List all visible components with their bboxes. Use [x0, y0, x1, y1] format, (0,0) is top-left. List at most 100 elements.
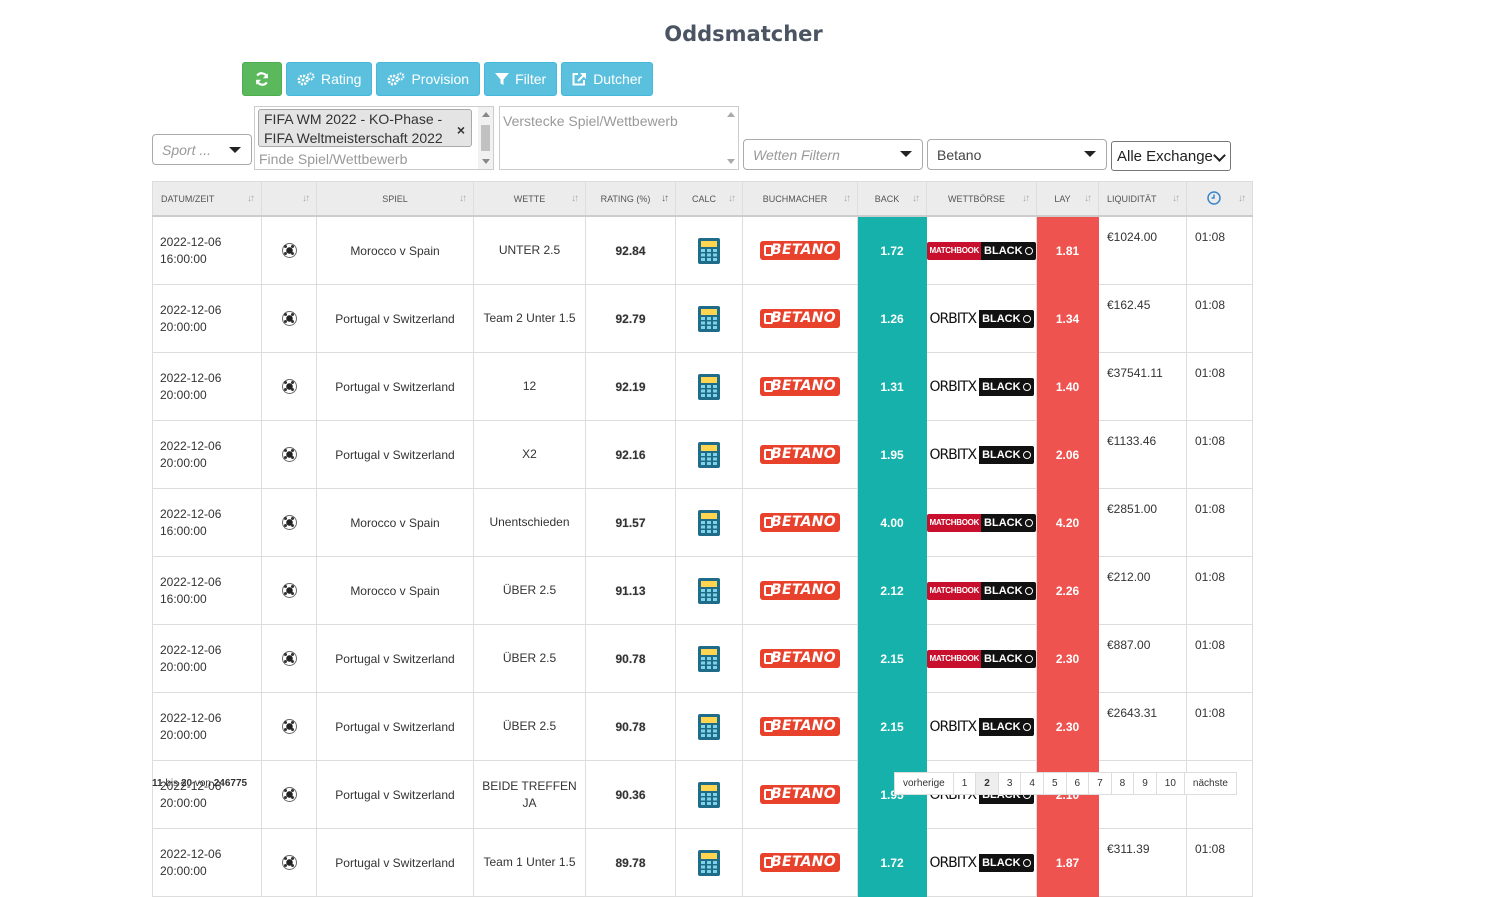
betano-logo[interactable]: BETANO [760, 717, 840, 736]
exchange-logo-brand: MATCHBOOK [927, 513, 982, 532]
hide-match-placeholder: Verstecke Spiel/Wettbewerb [503, 113, 678, 129]
pagination-page-4[interactable]: 4 [1020, 772, 1044, 795]
cell-back-odds[interactable]: 1.95 [857, 420, 927, 489]
cell-back-odds[interactable]: 1.26 [857, 284, 927, 353]
cell-lay-odds[interactable]: 2.26 [1036, 556, 1099, 625]
competition-multiselect[interactable]: FIFA WM 2022 - KO-Phase - FIFA Weltmeist… [254, 106, 494, 170]
hide-match-textarea[interactable]: Verstecke Spiel/Wettbewerb [499, 106, 739, 170]
betano-logo[interactable]: BETANO [760, 377, 840, 396]
scroll-up-icon[interactable] [482, 112, 490, 117]
provision-button[interactable]: Provision [376, 62, 481, 96]
pagination-page-8[interactable]: 8 [1110, 772, 1135, 795]
betano-logo[interactable]: BETANO [760, 445, 840, 464]
header-label: Back [874, 193, 900, 204]
cell-lay-odds[interactable]: 1.87 [1036, 828, 1099, 897]
cell-bookmaker: BETANO [742, 624, 858, 693]
table-row[interactable]: 2022-12-06 20:00:00 Portugal v Switzerland… [152, 828, 1253, 897]
pagination-page-10[interactable]: 10 [1155, 772, 1185, 795]
col-header-liquidity[interactable]: Liquidität ↓↑ [1098, 181, 1187, 217]
col-header-back[interactable]: Back ↓↑ [857, 181, 927, 217]
bets-filter-select[interactable]: Wetten Filtern [743, 139, 923, 170]
find-match-input[interactable]: Finde Spiel/Wettbewerb [259, 151, 407, 167]
calculator-icon[interactable] [698, 237, 720, 264]
table-row[interactable]: 2022-12-06 20:00:00 Portugal v Switzerland… [152, 692, 1253, 761]
table-row[interactable]: 2022-12-06 20:00:00 Portugal v Switzerland… [152, 284, 1253, 353]
cell-calc [675, 284, 743, 353]
calculator-icon[interactable] [698, 373, 720, 400]
betano-logo[interactable]: BETANO [760, 241, 840, 260]
col-header-time-left[interactable]: ↓↑ [1186, 181, 1253, 217]
calculator-icon[interactable] [698, 509, 720, 536]
betano-logo[interactable]: BETANO [760, 513, 840, 532]
pagination-next[interactable]: nächste [1183, 772, 1237, 795]
sport-select[interactable]: Sport ... [152, 134, 252, 165]
table-row[interactable]: 2022-12-06 20:00:00 Portugal v Switzerland… [152, 352, 1253, 421]
cell-calc [675, 488, 743, 557]
sort-desc-icon: ↓↑ [661, 193, 669, 204]
cell-lay-odds[interactable]: 1.81 [1036, 215, 1099, 285]
refresh-button[interactable] [242, 62, 282, 96]
cell-back-odds[interactable]: 1.72 [857, 828, 927, 897]
calculator-icon[interactable] [698, 577, 720, 604]
filter-button[interactable]: Filter [484, 62, 558, 96]
scroll-up-icon[interactable] [727, 112, 735, 117]
rating-button[interactable]: Rating [286, 62, 373, 96]
pagination-page-1[interactable]: 1 [952, 772, 977, 795]
col-header-calc[interactable]: Calc ↓↑ [675, 181, 743, 217]
calculator-icon[interactable] [698, 441, 720, 468]
cell-lay-odds[interactable]: 2.30 [1036, 624, 1099, 693]
scrollbar-thumb[interactable] [481, 125, 490, 151]
cell-lay-odds[interactable]: 4.20 [1036, 488, 1099, 557]
scrollbar[interactable] [723, 107, 738, 169]
cell-lay-odds[interactable]: 1.40 [1036, 352, 1099, 421]
scroll-down-icon[interactable] [727, 159, 735, 164]
pagination-page-7[interactable]: 7 [1088, 772, 1112, 795]
col-header-match[interactable]: Spiel ↓↑ [316, 181, 474, 217]
calculator-icon[interactable] [698, 781, 720, 808]
col-header-rating[interactable]: Rating (%) ↓↑ [585, 181, 676, 217]
pagination-page-3[interactable]: 3 [997, 772, 1022, 795]
cell-lay-odds[interactable]: 1.34 [1036, 284, 1099, 353]
betano-logo[interactable]: BETANO [760, 649, 840, 668]
col-header-datetime[interactable]: Datum/Zeit ↓↑ [152, 181, 262, 217]
cell-match: Portugal v Switzerland [316, 692, 474, 761]
col-header-lay[interactable]: Lay ↓↑ [1036, 181, 1099, 217]
pagination-page-6[interactable]: 6 [1065, 772, 1090, 795]
cell-lay-odds[interactable]: 2.30 [1036, 692, 1099, 761]
betano-logo[interactable]: BETANO [760, 309, 840, 328]
cell-back-odds[interactable]: 1.31 [857, 352, 927, 421]
dutcher-button[interactable]: Dutcher [561, 62, 654, 96]
table-row[interactable]: 2022-12-06 20:00:00 Portugal v Switzerland… [152, 420, 1253, 489]
cell-back-odds[interactable]: 2.15 [857, 624, 927, 693]
calculator-icon[interactable] [698, 305, 720, 332]
cell-back-odds[interactable]: 2.12 [857, 556, 927, 625]
betano-logo[interactable]: BETANO [760, 785, 840, 804]
betano-logo[interactable]: BETANO [760, 853, 840, 872]
table-row[interactable]: 2022-12-06 16:00:00 Morocco v Spain Unentsc… [152, 488, 1253, 557]
pagination-page-9[interactable]: 9 [1133, 772, 1157, 795]
orbitx-logo: ORBITX BLACK [929, 377, 1034, 397]
col-header-exchange[interactable]: Wettbörse ↓↑ [926, 181, 1037, 217]
calculator-icon[interactable] [698, 849, 720, 876]
cell-lay-odds[interactable]: 2.06 [1036, 420, 1099, 489]
table-row[interactable]: 2022-12-06 16:00:00 Morocco v Spain ÜBER 2.… [152, 556, 1253, 625]
col-header-bookmaker[interactable]: Buchmacher ↓↑ [742, 181, 858, 217]
bookmaker-select[interactable]: Betano [927, 139, 1107, 170]
scrollbar[interactable] [478, 107, 493, 169]
tag-remove-icon[interactable]: × [457, 121, 465, 140]
col-header-sport[interactable]: ↓↑ [261, 181, 317, 217]
table-row[interactable]: 2022-12-06 20:00:00 Portugal v Switzerland… [152, 624, 1253, 693]
table-row[interactable]: 2022-12-06 16:00:00 Morocco v Spain UNTER 2… [152, 215, 1253, 285]
calculator-icon[interactable] [698, 645, 720, 672]
cell-back-odds[interactable]: 1.72 [857, 215, 927, 285]
cell-back-odds[interactable]: 4.00 [857, 488, 927, 557]
cell-back-odds[interactable]: 2.15 [857, 692, 927, 761]
exchange-select[interactable]: Alle Exchange [1111, 141, 1231, 171]
pagination-prev[interactable]: vorherige [894, 772, 954, 795]
pagination-page-2[interactable]: 2 [975, 772, 999, 795]
col-header-bet[interactable]: Wette ↓↑ [473, 181, 586, 217]
scroll-down-icon[interactable] [482, 159, 490, 164]
betano-logo[interactable]: BETANO [760, 581, 840, 600]
pagination-page-5[interactable]: 5 [1042, 772, 1067, 795]
calculator-icon[interactable] [698, 713, 720, 740]
